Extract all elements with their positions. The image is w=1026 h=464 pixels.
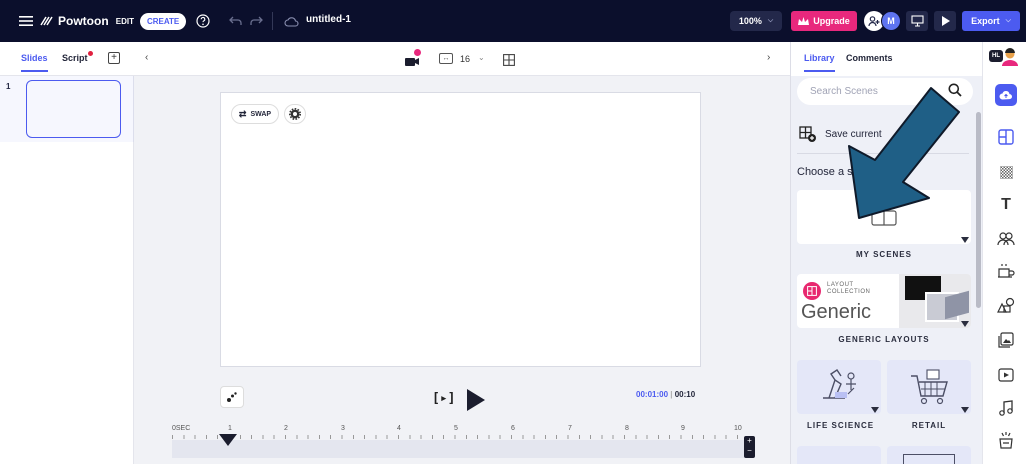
chevron-down-icon[interactable]: ⌄	[478, 53, 485, 62]
collaborator-avatars[interactable]: HL	[989, 48, 1021, 68]
play-icon[interactable]	[466, 388, 486, 417]
powtoon-logo-icon	[40, 16, 53, 26]
chevron-down-icon: ⌵	[1005, 17, 1011, 24]
mode-toggle[interactable]: EDIT CREATE	[110, 12, 187, 30]
create-mode-button[interactable]: CREATE	[139, 12, 187, 30]
timeline-tick: 2	[284, 425, 288, 432]
play-preview-icon[interactable]	[934, 11, 956, 31]
expand-right-icon[interactable]: ›	[767, 52, 770, 63]
timeline-tick: 9	[681, 425, 685, 432]
shapes-icon[interactable]	[995, 294, 1017, 316]
avatar-icon	[1002, 48, 1018, 66]
time-display: 00:01:00 | 00:10	[636, 390, 695, 399]
user-avatar[interactable]: M	[881, 11, 901, 31]
chevron-down-icon: ⌵	[767, 17, 774, 24]
timeline-ruler[interactable]: 0SEC 1 2 3 4 5 6 7 8 9 10 + −	[172, 420, 760, 464]
menu-icon[interactable]	[18, 13, 34, 29]
crown-icon	[798, 16, 810, 25]
timeline-tick: 8	[625, 425, 629, 432]
timeline-track	[172, 440, 747, 458]
divider	[272, 12, 273, 30]
play-from-frame-icon[interactable]: [▸]	[432, 391, 455, 406]
powtoon-logo: Powtoon	[40, 12, 109, 30]
transitions-icon[interactable]	[995, 429, 1017, 451]
layouts-icon[interactable]	[995, 126, 1017, 148]
playhead[interactable]	[219, 434, 237, 453]
zoom-select[interactable]: 100% ⌵	[730, 11, 782, 31]
export-button[interactable]: Export ⌵	[962, 11, 1020, 31]
slides-panel: 1	[0, 76, 134, 464]
swap-label: SWAP	[250, 110, 272, 118]
project-title[interactable]: untitled-1	[306, 14, 351, 25]
timeline-tick: 0SEC	[172, 425, 191, 432]
total-time: 00:10	[674, 390, 696, 399]
present-icon[interactable]	[906, 11, 928, 31]
music-icon[interactable]	[995, 397, 1017, 419]
undo-icon[interactable]	[228, 13, 244, 29]
current-time: 00:01:00	[636, 390, 669, 399]
redo-icon[interactable]	[248, 13, 264, 29]
timeline-tick: 1	[228, 425, 232, 432]
text-icon[interactable]: T	[995, 194, 1017, 216]
library-panel: Library Comments Search Scenes Save curr…	[790, 42, 982, 464]
export-label: Export	[971, 16, 1000, 26]
notification-badge	[413, 48, 422, 57]
timeline-minor-ticks	[172, 435, 747, 439]
timeline-tools-icon[interactable]	[220, 386, 244, 408]
upload-icon[interactable]	[995, 84, 1017, 106]
zoom-value: 100%	[738, 16, 762, 26]
top-bar: Powtoon EDIT CREATE untitled-1 100% ⌵ Up…	[0, 0, 1026, 42]
brand-name: Powtoon	[58, 14, 109, 28]
timeline-zoom-icon[interactable]: + −	[744, 436, 755, 458]
aspect-ratio-icon[interactable]: ↔	[439, 53, 453, 64]
script-notification-dot	[88, 51, 93, 56]
tab-slides[interactable]: Slides	[21, 53, 48, 72]
upgrade-label: Upgrade	[813, 16, 850, 26]
character-icon[interactable]	[405, 48, 422, 66]
edit-mode-button[interactable]: EDIT	[110, 17, 140, 26]
swap-button[interactable]: ⇄ SWAP	[231, 104, 279, 124]
time-separator: |	[668, 390, 675, 399]
tab-script[interactable]: Script	[62, 53, 88, 63]
timeline-tick: 3	[341, 425, 345, 432]
images-icon[interactable]	[995, 329, 1017, 351]
collapse-left-icon[interactable]: ‹	[145, 52, 148, 63]
add-slide-icon[interactable]: +	[108, 52, 120, 64]
aspect-ratio-value[interactable]: 16	[460, 54, 470, 64]
swap-icon: ⇄	[238, 108, 247, 119]
tool-rail: HL T	[982, 42, 1026, 464]
backgrounds-icon[interactable]	[995, 161, 1017, 183]
props-icon[interactable]	[995, 260, 1017, 282]
grid-icon[interactable]	[503, 53, 515, 71]
slide-thumbnail-shadow	[0, 76, 134, 142]
video-icon[interactable]	[995, 364, 1017, 386]
scene-settings-icon[interactable]	[284, 104, 306, 124]
annotation-arrow	[848, 87, 960, 219]
avatar-initial: M	[887, 16, 895, 26]
cloud-save-icon	[283, 13, 299, 29]
stage-canvas[interactable]: ⇄ SWAP	[220, 92, 701, 367]
timeline-tick: 5	[454, 425, 458, 432]
upgrade-button[interactable]: Upgrade	[791, 11, 857, 31]
timeline-tick: 7	[568, 425, 572, 432]
characters-icon[interactable]	[995, 228, 1017, 250]
editor-toolbar: Slides Script + ‹ ↔ 16 ⌄ ›	[0, 42, 790, 76]
timeline-tick: 6	[511, 425, 515, 432]
timeline-tick: 10	[734, 425, 742, 432]
timeline-tick: 4	[397, 425, 401, 432]
help-icon[interactable]	[195, 13, 211, 29]
